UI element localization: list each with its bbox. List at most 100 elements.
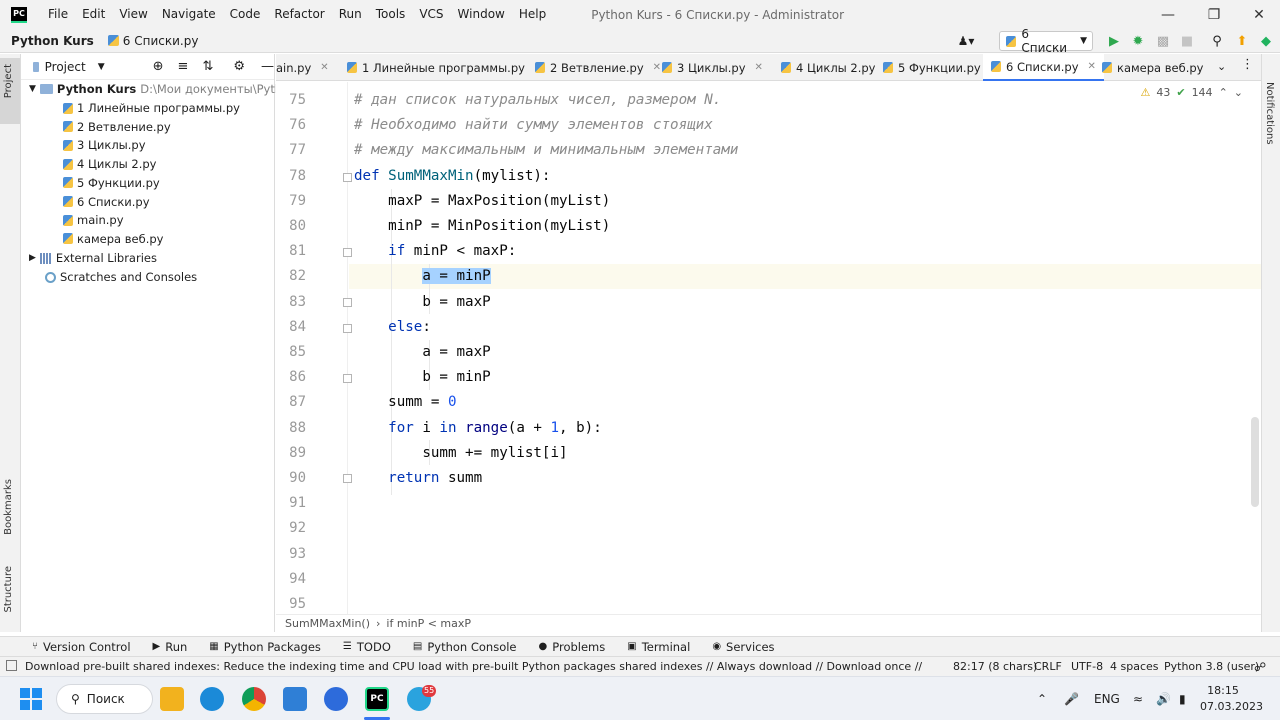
notifications-tool-label[interactable]: Notifications xyxy=(1264,82,1275,145)
chevron-down-icon[interactable]: ▼ xyxy=(98,62,105,72)
tree-root[interactable]: ▼ Python Kurs D:\Мои документы\Python K xyxy=(29,80,308,98)
user-icon[interactable]: ♟▾ xyxy=(958,33,975,49)
code-line[interactable]: a = minP xyxy=(354,264,491,289)
tool-window-button[interactable]: ⑂ Version Control xyxy=(32,640,131,654)
wifi-icon[interactable]: ≈ xyxy=(1133,677,1143,721)
maximize-button[interactable]: ❐ xyxy=(1191,0,1237,29)
crosshair-icon[interactable]: ⊕ xyxy=(153,59,164,74)
status-toggle-icon[interactable] xyxy=(6,660,17,671)
editor-tab[interactable]: 2 Ветвление.py ✕ xyxy=(527,54,669,81)
chevron-up-icon[interactable]: ⌃ xyxy=(1219,86,1228,99)
project-view-select[interactable]: Project xyxy=(45,60,86,74)
plugin-icon[interactable]: ◆ xyxy=(1258,33,1274,49)
tree-file[interactable]: 5 Функции.py xyxy=(63,174,160,192)
menu-item-window[interactable]: Window xyxy=(451,0,512,29)
menu-item-help[interactable]: Help xyxy=(512,0,553,29)
tree-file[interactable]: камера веб.py xyxy=(63,230,163,248)
minimize-button[interactable]: — xyxy=(1145,0,1191,29)
menu-item-tools[interactable]: Tools xyxy=(369,0,413,29)
python-interpreter[interactable]: Python 3.8 (user) xyxy=(1164,657,1259,677)
menu-item-file[interactable]: File xyxy=(41,0,75,29)
code-line[interactable]: if minP < maxP: xyxy=(354,239,516,264)
collapse-all-icon[interactable]: ≡ xyxy=(178,59,189,74)
taskbar-search[interactable]: ⚲ Поиск xyxy=(56,684,153,714)
editor-tab[interactable]: ain.py ✕ xyxy=(276,54,335,81)
more-icon[interactable]: ⋮ xyxy=(1241,57,1254,72)
editor-tab[interactable]: камера веб.py xyxy=(1094,54,1211,81)
tree-scratches[interactable]: Scratches and Consoles xyxy=(45,268,197,286)
edge-icon[interactable] xyxy=(200,687,224,711)
tool-window-button[interactable]: ▶ Run xyxy=(153,640,188,654)
taskbar-clock[interactable]: 18:15 07.03.2023 xyxy=(1200,683,1263,715)
battery-icon[interactable]: ▮ xyxy=(1179,677,1186,721)
menu-item-view[interactable]: View xyxy=(112,0,154,29)
search-icon[interactable]: ⚲ xyxy=(1209,33,1225,49)
nav-project-crumb[interactable]: Python Kurs xyxy=(0,34,94,48)
gear-icon[interactable]: ⚙ xyxy=(233,59,245,74)
inspection-widget[interactable]: ⚠ 43 ✔ 144 ⌃ ⌄ xyxy=(1140,86,1243,99)
menu-item-refactor[interactable]: Refactor xyxy=(267,0,331,29)
tabs-dropdown-icon[interactable]: ⌄ xyxy=(1217,60,1226,73)
lock-icon[interactable]: ☍ xyxy=(1254,657,1266,677)
tool-window-button[interactable]: ☰ TODO xyxy=(343,640,391,654)
expand-all-icon[interactable]: ⇅ xyxy=(202,59,213,74)
windows-start-icon[interactable] xyxy=(20,688,42,710)
breadcrumb-if[interactable]: if minP < maxP xyxy=(386,617,471,630)
run-configuration-select[interactable]: 6 Списки ▼ xyxy=(999,27,1093,55)
fold-marker-icon[interactable] xyxy=(343,474,352,483)
language-indicator[interactable]: ENG xyxy=(1094,677,1120,721)
menu-item-navigate[interactable]: Navigate xyxy=(155,0,223,29)
microphone-icon[interactable]: 🎤 xyxy=(1064,677,1079,721)
fold-marker-icon[interactable] xyxy=(343,248,352,257)
tree-file[interactable]: 1 Линейные программы.py xyxy=(63,99,240,117)
tree-external-libraries[interactable]: ▶ External Libraries xyxy=(29,249,157,267)
code-line[interactable]: b = minP xyxy=(354,365,490,390)
run-icon[interactable]: ▶ xyxy=(1106,33,1122,49)
close-tab-icon[interactable]: ✕ xyxy=(320,62,328,73)
chevron-down-icon[interactable]: ⌄ xyxy=(1234,86,1243,99)
code-line[interactable]: # дан список натуральных чисел, размером… xyxy=(354,88,721,113)
code-line[interactable]: maxP = MaxPosition(myList) xyxy=(354,189,610,214)
project-tool-label[interactable]: Project xyxy=(3,64,14,98)
tree-file[interactable]: 3 Циклы.py xyxy=(63,136,146,154)
tool-window-button[interactable]: ◉ Services xyxy=(712,640,774,654)
pycharm-logo-icon[interactable]: PC xyxy=(11,6,27,23)
chrome-icon[interactable] xyxy=(242,687,266,711)
coverage-icon[interactable]: ▩ xyxy=(1155,33,1171,49)
fold-marker-icon[interactable] xyxy=(343,374,352,383)
editor-tab[interactable]: 3 Циклы.py ✕ xyxy=(654,54,771,81)
volume-icon[interactable]: 🔊 xyxy=(1156,677,1171,721)
tool-window-button[interactable]: ▣ Terminal xyxy=(627,640,690,654)
debug-icon[interactable]: ✹ xyxy=(1130,33,1146,49)
code-editor[interactable]: 75 76 77 78 79 80 81 82 83 84 85 86 87 88 89 90 91 92 93 94… xyxy=(276,82,1261,614)
tool-window-button[interactable]: ● Problems xyxy=(539,640,606,654)
hide-icon[interactable]: — xyxy=(261,59,274,74)
nav-file-crumb[interactable]: 6 Списки.py xyxy=(107,34,198,48)
editor-tab[interactable]: 6 Списки.py ✕ xyxy=(983,54,1104,81)
code-line[interactable]: def SumMMaxMin(mylist): xyxy=(354,164,550,189)
code-line[interactable]: summ += mylist[i] xyxy=(354,441,567,466)
bookmarks-tool-label[interactable]: Bookmarks xyxy=(3,479,14,535)
breadcrumb-function[interactable]: SumMMaxMin() xyxy=(285,617,370,630)
tool-window-button[interactable]: ▤ Python Console xyxy=(413,640,517,654)
file-explorer-icon[interactable] xyxy=(160,687,184,711)
line-separator[interactable]: CRLF xyxy=(1034,657,1062,677)
stop-icon[interactable]: ■ xyxy=(1179,33,1195,49)
paint-icon[interactable] xyxy=(283,687,307,711)
tree-file[interactable]: main.py xyxy=(63,211,124,229)
indent-setting[interactable]: 4 spaces xyxy=(1110,657,1159,677)
menu-item-code[interactable]: Code xyxy=(223,0,268,29)
close-window-button[interactable]: ✕ xyxy=(1236,0,1280,29)
tree-file[interactable]: 2 Ветвление.py xyxy=(63,118,171,136)
menu-item-vcs[interactable]: VCS xyxy=(412,0,450,29)
fold-marker-icon[interactable] xyxy=(343,324,352,333)
vertical-scrollbar[interactable] xyxy=(1251,417,1259,507)
code-line[interactable]: for i in range(a + 1, b): xyxy=(354,416,602,441)
zoom-icon[interactable] xyxy=(324,687,348,711)
update-icon[interactable]: ⬆ xyxy=(1234,33,1250,49)
code-line[interactable]: # между максимальным и минимальным элеме… xyxy=(354,138,738,163)
fold-marker-icon[interactable] xyxy=(343,173,352,182)
code-line[interactable]: a = maxP xyxy=(354,340,490,365)
fold-marker-icon[interactable] xyxy=(343,298,352,307)
menu-item-run[interactable]: Run xyxy=(332,0,369,29)
